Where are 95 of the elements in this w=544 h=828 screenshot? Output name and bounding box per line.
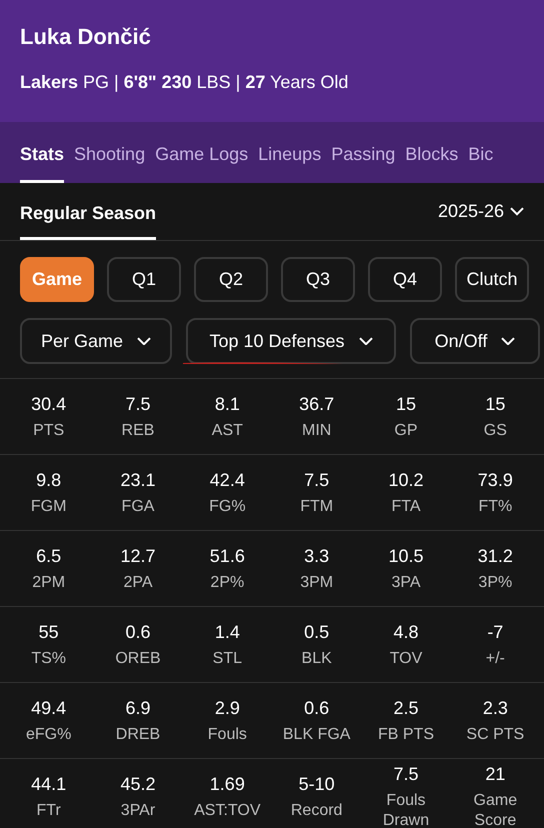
stat-value: 0.6 <box>125 620 150 642</box>
stat-value: 2.5 <box>393 696 418 718</box>
stat-label: 3PAr <box>120 800 156 820</box>
stat-value: 15 <box>485 392 506 414</box>
stat-label: FB PTS <box>378 724 434 744</box>
stat-value: 6.9 <box>125 696 150 718</box>
stat-value: 55 <box>38 620 59 642</box>
tab[interactable]: Blocks <box>405 122 458 183</box>
stat-label: 2P% <box>210 572 244 592</box>
period-button[interactable]: Q4 <box>368 257 442 302</box>
period-button[interactable]: Q1 <box>107 257 181 302</box>
stat-value: 1.4 <box>214 620 240 642</box>
stat-value: 10.5 <box>388 544 424 566</box>
stat-label: FT% <box>478 496 512 516</box>
stat-label: FG% <box>209 496 246 516</box>
stat-value: 7.5 <box>125 392 150 414</box>
stat-value: 23.1 <box>120 468 156 490</box>
period-button[interactable]: Clutch <box>455 257 529 302</box>
stat-value: 30.4 <box>31 392 66 414</box>
chevron-down-icon <box>501 336 516 346</box>
stat-label: Fouls <box>208 724 247 744</box>
stat-label: PTS <box>33 420 64 440</box>
stat-value: 4.8 <box>393 620 418 642</box>
stat-label: FTr <box>36 800 61 820</box>
player-info: Lakers PG | 6'8" 230 LBS | 27 Years Old <box>20 72 350 93</box>
tab[interactable]: Shooting <box>74 122 146 183</box>
stat-label: FGM <box>30 496 66 516</box>
stat-value: 7.5 <box>393 762 418 784</box>
stat-label: +/- <box>486 648 505 668</box>
stat-value: 2.9 <box>214 696 240 718</box>
stat-label: Fouls Drawn <box>382 790 430 828</box>
stat-label: eFG% <box>26 724 72 744</box>
stat-value: 9.8 <box>36 468 62 490</box>
stat-label: 3P% <box>478 572 512 592</box>
stat-label: STL <box>212 648 242 668</box>
stat-value: 15 <box>396 392 416 414</box>
season-select[interactable]: 2025-26 <box>438 183 524 240</box>
stat-value: 1.69 <box>210 772 245 794</box>
stat-label: TOV <box>390 648 422 668</box>
period-button[interactable]: Q3 <box>281 257 355 302</box>
stat-label: FGA <box>122 496 154 516</box>
stat-label: DREB <box>116 724 160 744</box>
stat-value: 10.2 <box>388 468 424 490</box>
filter-dropdown[interactable]: Per Game <box>20 318 172 364</box>
stat-value: 45.2 <box>120 772 156 794</box>
stat-value: 2.3 <box>482 696 508 718</box>
tab[interactable]: Lineups <box>258 122 322 183</box>
tab[interactable]: Passing <box>331 122 396 183</box>
section-tab[interactable]: Regular Season <box>20 183 156 240</box>
tab[interactable]: Stats <box>20 122 64 183</box>
stat-value: -7 <box>487 620 504 642</box>
filter-dropdown[interactable]: Top 10 Defenses <box>186 318 396 364</box>
stat-value: 31.2 <box>478 544 513 566</box>
stat-value: 5-10 <box>298 772 335 794</box>
stat-label: 2PA <box>123 572 153 592</box>
tab[interactable]: Game Logs <box>155 122 248 183</box>
stat-label: SC PTS <box>466 724 524 744</box>
stat-label: AST:TOV <box>194 800 261 820</box>
stat-label: MIN <box>302 420 332 440</box>
stat-label: Record <box>290 800 342 820</box>
stat-label: FTA <box>391 496 420 516</box>
stat-label: BLK <box>302 648 332 668</box>
chevron-down-icon <box>137 336 152 346</box>
stat-value: 0.6 <box>304 696 330 718</box>
stat-value: 8.1 <box>214 392 240 414</box>
stat-value: 0.5 <box>304 620 330 642</box>
stat-label: GS <box>484 420 507 440</box>
period-button[interactable]: Q2 <box>194 257 268 302</box>
stat-label: Game Score <box>472 790 518 828</box>
stat-value: 49.4 <box>31 696 66 718</box>
stat-value: 6.5 <box>36 544 62 566</box>
stat-label: OREB <box>115 648 161 668</box>
stat-label: FTM <box>300 496 334 516</box>
stat-label: AST <box>212 420 243 440</box>
stat-value: 44.1 <box>31 772 66 794</box>
stat-value: 51.6 <box>210 544 245 566</box>
player-name: Luka Dončić <box>20 24 152 50</box>
filter-dropdown[interactable]: On/Off <box>410 318 540 364</box>
stat-value: 42.4 <box>210 468 245 490</box>
stat-label: 3PM <box>300 572 334 592</box>
stat-label: 2PM <box>32 572 66 592</box>
stat-value: 73.9 <box>478 468 513 490</box>
stat-label: GP <box>394 420 418 440</box>
chevron-down-icon <box>510 207 524 216</box>
tab[interactable]: Bic <box>468 122 494 183</box>
stat-label: REB <box>122 420 154 440</box>
stat-value: 3.3 <box>304 544 330 566</box>
stat-label: TS% <box>31 648 66 668</box>
chevron-down-icon <box>358 336 373 346</box>
stat-value: 12.7 <box>120 544 156 566</box>
stat-label: 3PA <box>391 572 421 592</box>
stat-value: 21 <box>485 762 506 784</box>
stat-value: 7.5 <box>304 468 330 490</box>
stat-value: 36.7 <box>299 392 334 414</box>
stat-label: BLK FGA <box>282 724 350 744</box>
